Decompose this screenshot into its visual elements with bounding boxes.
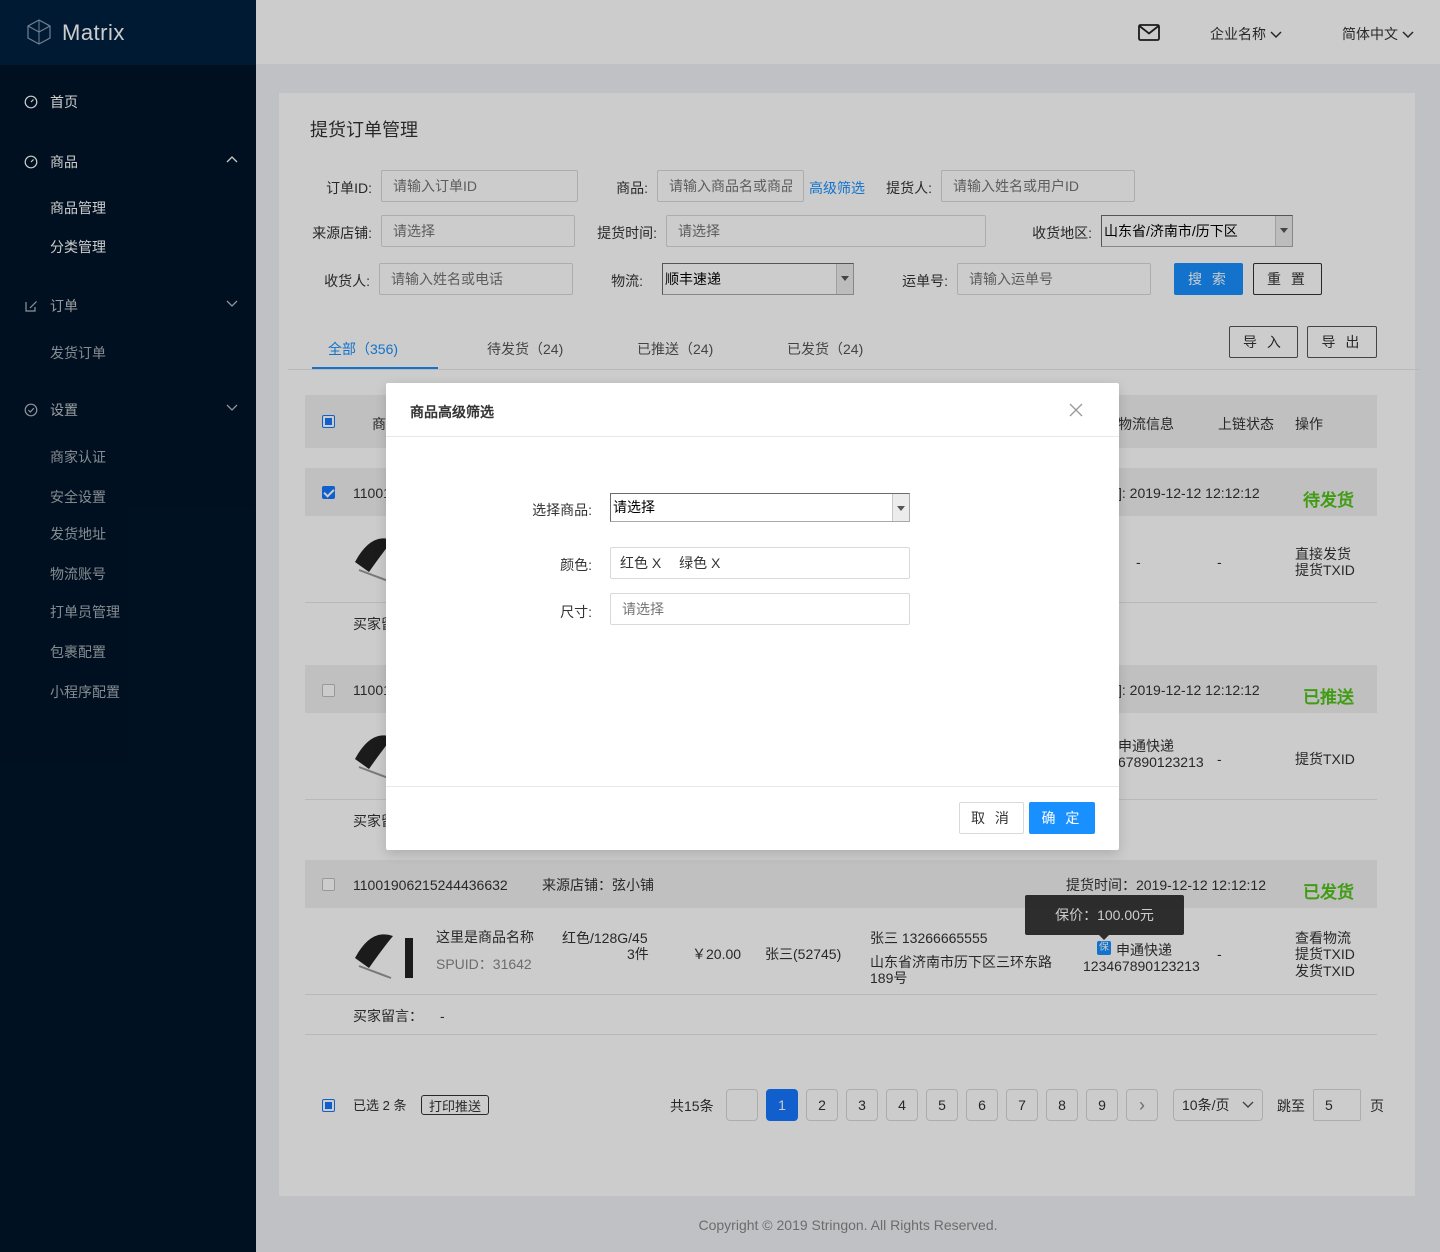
advanced-filter-modal: 商品高级筛选 选择商品: 请选择 颜色: 红色 X 绿色 X 尺寸: 取 消 确… xyxy=(386,383,1119,850)
modal-header-divider xyxy=(386,436,1119,437)
modal-footer-divider xyxy=(386,786,1119,787)
size-label: 尺寸: xyxy=(560,604,592,620)
color-tag[interactable]: 绿色 X xyxy=(679,555,720,571)
cancel-button[interactable]: 取 消 xyxy=(959,802,1024,834)
select-goods-value: 请选择 xyxy=(613,499,655,515)
confirm-button[interactable]: 确 定 xyxy=(1029,802,1095,834)
color-label: 颜色: xyxy=(560,557,592,573)
size-select[interactable] xyxy=(610,593,910,625)
color-tag[interactable]: 红色 X xyxy=(620,555,661,571)
select-goods-dropdown[interactable]: 请选择 xyxy=(610,493,910,522)
modal-title: 商品高级筛选 xyxy=(410,404,494,420)
close-icon[interactable] xyxy=(1068,402,1084,418)
dropdown-arrow-icon xyxy=(892,494,909,521)
select-goods-label: 选择商品: xyxy=(532,502,592,518)
color-tag-input[interactable]: 红色 X 绿色 X xyxy=(610,547,910,579)
